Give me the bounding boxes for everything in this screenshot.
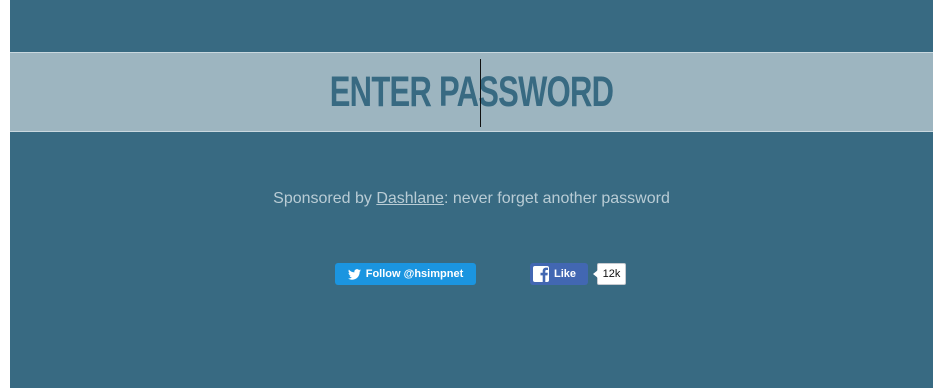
facebook-like-button[interactable]: Like xyxy=(530,263,588,285)
password-band xyxy=(10,52,933,132)
sponsor-suffix: : never forget another password xyxy=(443,190,670,207)
social-buttons: Follow @hsimpnet Like 12k xyxy=(10,263,933,285)
twitter-follow-button[interactable]: Follow @hsimpnet xyxy=(335,263,476,285)
page-background: Sponsored by Dashlane: never forget anot… xyxy=(10,0,933,388)
dashlane-link[interactable]: Dashlane xyxy=(376,190,444,207)
facebook-f-icon xyxy=(533,266,549,282)
password-input[interactable] xyxy=(139,53,804,131)
sponsor-prefix: Sponsored by xyxy=(273,190,377,207)
twitter-bird-icon xyxy=(347,268,361,280)
facebook-like-label: Like xyxy=(554,268,577,280)
facebook-like-count: 12k xyxy=(593,263,626,285)
text-cursor xyxy=(480,59,481,127)
twitter-follow-label: Follow @hsimpnet xyxy=(365,268,464,280)
sponsor-line: Sponsored by Dashlane: never forget anot… xyxy=(10,189,933,209)
